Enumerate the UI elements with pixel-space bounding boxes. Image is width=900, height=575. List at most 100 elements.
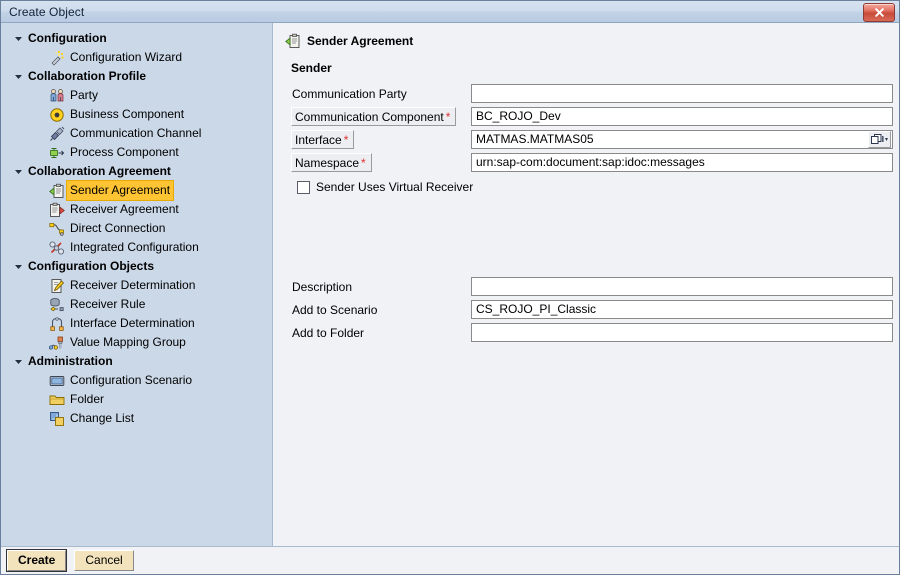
interface-determination-icon — [49, 316, 67, 332]
add-to-scenario-value: CS_ROJO_PI_Classic — [476, 302, 597, 316]
window-title: Create Object — [9, 4, 85, 19]
add-to-folder-label: Add to Folder — [292, 325, 365, 340]
value-mapping-group-icon — [49, 335, 67, 351]
form-row-sender-uses-virtual-receiver: Sender Uses Virtual Receiver — [297, 177, 887, 197]
party-people-icon — [49, 88, 67, 104]
create-object-dialog: Create Object Configuration Configuratio… — [0, 0, 900, 575]
communication-party-input[interactable] — [471, 84, 893, 103]
title-bar: Create Object — [1, 1, 899, 23]
tree-group-configuration-objects[interactable]: Configuration Objects — [1, 257, 272, 276]
communication-component-label: Communication Component — [295, 110, 444, 124]
chevron-down-icon[interactable] — [11, 357, 25, 366]
tree-group-label: Collaboration Agreement — [28, 164, 171, 178]
sidebar-item-value-mapping-group[interactable]: Value Mapping Group — [1, 333, 272, 352]
sender-agreement-form: Sender Agreement Sender Communication Pa… — [273, 23, 899, 546]
sidebar-item-label: Party — [70, 88, 99, 102]
form-row-namespace: Namespace * urn:sap-com:document:sap:idoc… — [291, 152, 893, 173]
section-title-sender: Sender — [291, 61, 332, 75]
cancel-button[interactable]: Cancel — [74, 550, 134, 571]
sidebar-item-business-component[interactable]: Business Component — [1, 105, 272, 124]
sidebar-item-sender-agreement[interactable]: Sender Agreement — [1, 181, 272, 200]
close-button[interactable] — [863, 3, 895, 22]
sender-uses-virtual-receiver-checkbox[interactable] — [297, 180, 310, 194]
sidebar-item-label: Receiver Determination — [70, 278, 196, 292]
interface-value: MATMAS.MATMAS05 — [476, 132, 594, 146]
sidebar-item-direct-connection[interactable]: Direct Connection — [1, 219, 272, 238]
sidebar-item-label: Direct Connection — [70, 221, 166, 235]
configuration-scenario-icon — [49, 373, 67, 389]
form-row-add-to-folder: Add to Folder — [291, 322, 893, 343]
direct-connection-icon — [49, 221, 67, 237]
communication-component-label-button[interactable]: Communication Component * — [291, 107, 457, 126]
sidebar-item-receiver-determination[interactable]: Receiver Determination — [1, 276, 272, 295]
sidebar-item-interface-determination[interactable]: Interface Determination — [1, 314, 272, 333]
tree-group-label: Configuration — [28, 31, 107, 45]
receiver-rule-icon — [49, 297, 67, 313]
sidebar-item-receiver-agreement[interactable]: Receiver Agreement — [1, 200, 272, 219]
tree-group-collaboration-profile[interactable]: Collaboration Profile — [1, 67, 272, 86]
sidebar-item-label: Receiver Rule — [70, 297, 146, 311]
communication-component-label-wrap: Communication Component * — [291, 107, 471, 126]
chevron-down-icon[interactable] — [11, 262, 25, 271]
namespace-input[interactable]: urn:sap-com:document:sap:idoc:messages — [471, 153, 893, 172]
tree-group-collaboration-agreement[interactable]: Collaboration Agreement — [1, 162, 272, 181]
sidebar-item-configuration-scenario[interactable]: Configuration Scenario — [1, 371, 272, 390]
chevron-down-icon[interactable] — [11, 72, 25, 81]
sidebar-item-label: Receiver Agreement — [70, 202, 179, 216]
required-asterisk: * — [343, 133, 349, 147]
dialog-footer: Create Cancel — [1, 546, 899, 574]
sidebar-item-folder[interactable]: Folder — [1, 390, 272, 409]
interface-input[interactable]: MATMAS.MATMAS05 — [471, 130, 893, 149]
chevron-down-icon[interactable] — [11, 34, 25, 43]
sidebar-item-receiver-rule[interactable]: Receiver Rule — [1, 295, 272, 314]
form-row-communication-component: Communication Component * BC_ROJO_Dev — [291, 106, 893, 127]
sidebar-item-party[interactable]: Party — [1, 86, 272, 105]
communication-component-input[interactable]: BC_ROJO_Dev — [471, 107, 893, 126]
sidebar-item-communication-channel[interactable]: Communication Channel — [1, 124, 272, 143]
sidebar-item-process-component[interactable]: Process Component — [1, 143, 272, 162]
sidebar-item-change-list[interactable]: Change List — [1, 409, 272, 428]
interface-label: Interface — [295, 133, 342, 147]
add-to-folder-input[interactable] — [471, 323, 893, 342]
sender-agreement-icon — [49, 183, 67, 199]
sidebar-item-label: Configuration Scenario — [70, 373, 193, 387]
namespace-label-wrap: Namespace * — [291, 153, 471, 172]
add-to-scenario-label: Add to Scenario — [292, 302, 378, 317]
sidebar-item-integrated-configuration[interactable]: Integrated Configuration — [1, 238, 272, 257]
sidebar-item-label: Integrated Configuration — [70, 240, 199, 254]
dialog-content: Configuration Configuration Wizard Colla… — [1, 23, 899, 546]
object-type-tree[interactable]: Configuration Configuration Wizard Colla… — [1, 23, 273, 546]
form-rows-sender: Communication Party Communication Compon… — [291, 83, 893, 343]
sidebar-item-label: Sender Agreement — [67, 181, 174, 200]
description-input[interactable] — [471, 277, 893, 296]
sidebar-item-label: Communication Channel — [70, 126, 202, 140]
required-asterisk: * — [445, 110, 451, 124]
communication-channel-icon — [49, 126, 67, 142]
add-to-scenario-input[interactable]: CS_ROJO_PI_Classic — [471, 300, 893, 319]
communication-party-label: Communication Party — [292, 86, 407, 101]
tree-group-label: Administration — [28, 354, 113, 368]
namespace-value: urn:sap-com:document:sap:idoc:messages — [476, 155, 705, 169]
tree-group-administration[interactable]: Administration — [1, 352, 272, 371]
required-asterisk: * — [361, 156, 366, 170]
sidebar-item-label: Folder — [70, 392, 105, 406]
create-button[interactable]: Create — [5, 549, 68, 572]
interface-label-button[interactable]: Interface * — [291, 130, 355, 149]
folder-icon — [49, 392, 67, 408]
change-list-icon — [49, 411, 67, 427]
close-icon — [874, 7, 885, 18]
tree-group-label: Configuration Objects — [28, 259, 154, 273]
interface-label-wrap: Interface * — [291, 130, 471, 149]
form-spacer — [291, 197, 887, 276]
communication-component-value: BC_ROJO_Dev — [476, 109, 561, 123]
form-row-communication-party: Communication Party — [291, 83, 893, 104]
receiver-agreement-icon — [49, 202, 67, 218]
value-help-icon[interactable] — [868, 131, 891, 148]
namespace-label-button[interactable]: Namespace * — [291, 153, 372, 172]
namespace-label: Namespace — [295, 156, 360, 170]
tree-group-configuration[interactable]: Configuration — [1, 29, 272, 48]
sidebar-item-label: Configuration Wizard — [70, 50, 183, 64]
sender-agreement-icon — [285, 33, 301, 49]
chevron-down-icon[interactable] — [11, 167, 25, 176]
sidebar-item-configuration-wizard[interactable]: Configuration Wizard — [1, 48, 272, 67]
